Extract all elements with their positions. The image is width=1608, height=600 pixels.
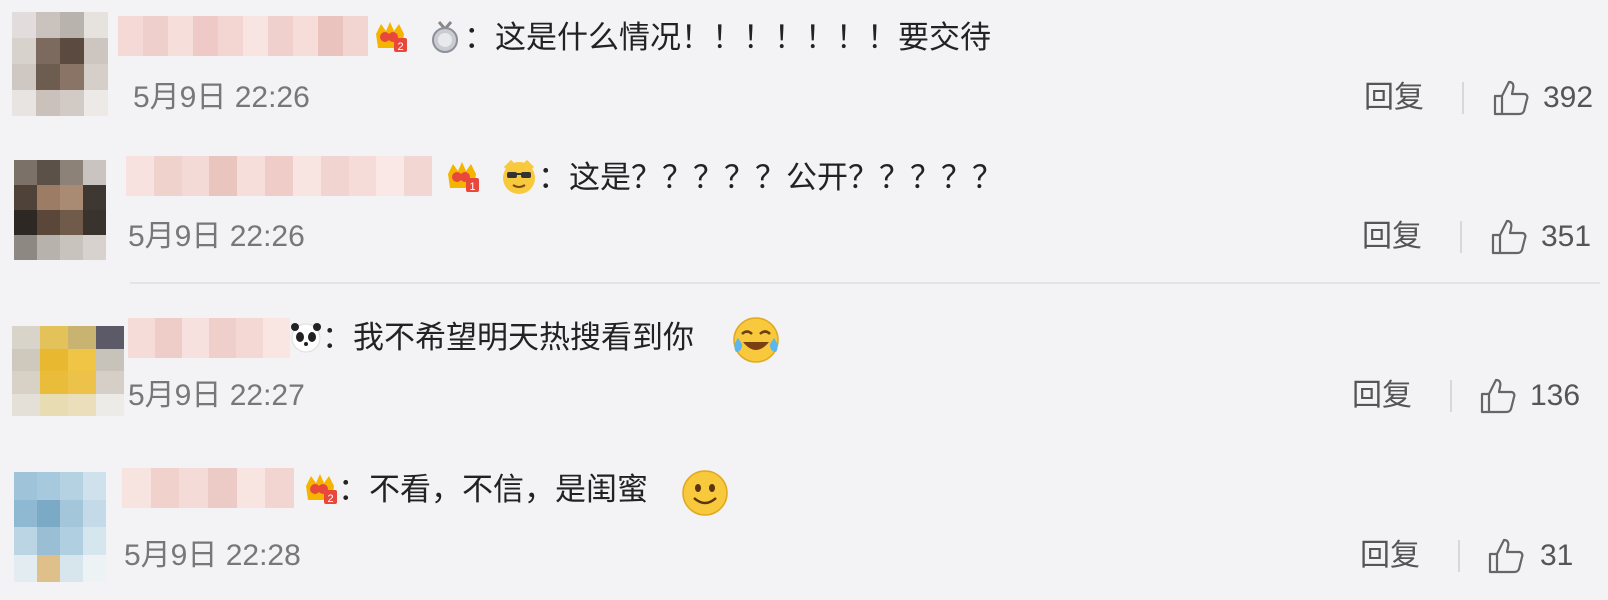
svg-text:2: 2 [397,41,403,53]
thumbs-up-icon[interactable] [1486,536,1526,576]
action-separator [1462,82,1464,114]
like-count: 351 [1541,220,1592,253]
crown-level-badge-icon: 2 [376,22,407,53]
action-separator [1458,540,1460,572]
like-count: 136 [1530,379,1581,412]
comment-text: ：这是什么情况！！！！！！！要交待 [464,20,991,56]
comment-item: ：我不希望明天热搜看到你 5月9日 22:27 回复 136 [0,300,1608,440]
avatar[interactable] [12,326,124,416]
comment-item: 2 ：这是什么情况！！！！！！！要交待 5月9日 22:26 回复 392 [0,0,1608,140]
action-separator [1450,380,1452,412]
reply-button[interactable]: 回复 [1364,80,1424,116]
comment-text: ：我不希望明天热搜看到你 [322,320,694,356]
thumbs-up-icon[interactable] [1478,376,1518,416]
avatar[interactable] [14,472,106,582]
comment-item: 2 ：不看，不信，是闺蜜 5月9日 22:28 回复 31 [0,454,1608,600]
like-count: 31 [1540,539,1574,572]
comment-text: ：这是？？？？？公开？？？？？ [538,160,1003,196]
comment-text: ：不看，不信，是闺蜜 [338,472,648,508]
comment-timestamp: 5月9日 22:26 [128,220,305,253]
reply-button[interactable]: 回复 [1362,219,1422,255]
svg-text:2: 2 [327,493,333,505]
reply-button[interactable]: 回复 [1352,378,1412,414]
laugh-cry-emoji [733,317,779,363]
comment-item: 1 ：这是？？？？？公开？？？？？ 5月9日 22:26 回复 351 [0,140,1608,280]
smile-emoji [682,470,728,516]
svg-text:1: 1 [469,181,475,193]
thumbs-up-icon[interactable] [1489,217,1529,257]
thumbs-up-icon[interactable] [1491,78,1531,118]
comment-divider [130,282,1600,284]
crown-level-badge-icon: 1 [448,162,479,193]
comment-timestamp: 5月9日 22:28 [124,539,301,572]
comment-timestamp: 5月9日 22:27 [128,379,305,412]
crown-level-badge-icon: 2 [306,474,337,505]
comment-timestamp: 5月9日 22:26 [133,81,310,114]
sunglasses-face-icon [503,159,535,194]
reply-button[interactable]: 回复 [1360,538,1420,574]
medal-icon [432,21,458,53]
like-count: 392 [1543,81,1594,114]
avatar[interactable] [14,160,106,260]
panda-icon [291,323,321,353]
username-blurred[interactable] [128,318,290,358]
username-blurred[interactable] [118,16,368,56]
action-separator [1460,221,1462,253]
username-blurred[interactable] [122,468,294,508]
avatar[interactable] [12,12,108,116]
username-blurred[interactable] [126,156,432,196]
